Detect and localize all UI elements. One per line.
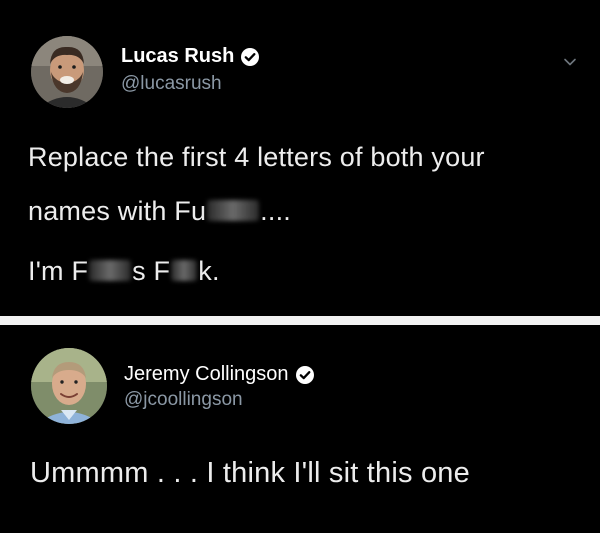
tweet-text-line3: I'm F s F k. (28, 256, 220, 287)
avatar-lucas[interactable] (31, 36, 103, 108)
tweet-text-line1: Ummmm . . . I think I'll sit this one (30, 457, 470, 489)
handle[interactable]: @jcoollingson (124, 389, 243, 411)
tweet-text-line3-part-c: k. (198, 256, 220, 286)
censor-blur (89, 259, 132, 282)
chevron-down-icon[interactable] (562, 54, 578, 70)
tweet-text-line2-part-a: names with Fu (28, 196, 207, 226)
tweet-card-lucas[interactable]: Lucas Rush @lucasrush Replace the first … (0, 0, 600, 316)
tweet-text-line2: names with Fu.... (28, 196, 291, 227)
censor-blur (171, 259, 198, 282)
censor-blur (207, 199, 260, 222)
verified-badge-icon (295, 365, 315, 385)
avatar-jeremy[interactable] (31, 348, 107, 424)
handle[interactable]: @lucasrush (121, 73, 222, 95)
tweet-text-line3-part-a: I'm F (28, 256, 89, 286)
tweet-card-jeremy[interactable]: Jeremy Collingson @jcoollingson Ummmm . … (0, 325, 600, 533)
verified-badge-icon (240, 47, 260, 67)
tweet-text-line3-part-b: s F (132, 256, 171, 286)
tweet-text-line2-part-b: .... (260, 196, 291, 226)
display-name[interactable]: Jeremy Collingson (124, 363, 289, 386)
name-row-jeremy: Jeremy Collingson (124, 363, 315, 386)
tweet-text-line1: Replace the first 4 letters of both your (28, 142, 485, 172)
name-row-lucas: Lucas Rush (121, 45, 260, 68)
divider (0, 316, 600, 325)
display-name[interactable]: Lucas Rush (121, 45, 234, 68)
